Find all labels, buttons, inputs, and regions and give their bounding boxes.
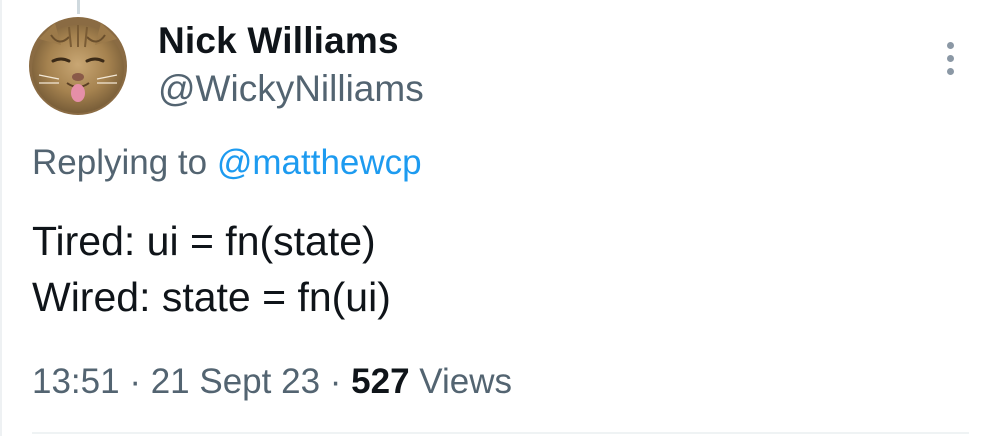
tweet-date[interactable]: 21 Sept 23 [151,362,320,401]
tweet-meta: 13:51 · 21 Sept 23 · 527 Views [32,362,512,402]
tweet-line: Tired: ui = fn(state) [32,218,376,264]
reply-context: Replying to @matthewcp [32,143,422,183]
tweet-text: Tired: ui = fn(state) Wired: state = fn(… [32,213,391,325]
author-display-name[interactable]: Nick Williams [158,20,399,62]
avatar[interactable] [29,17,127,115]
reply-prefix: Replying to [32,143,208,182]
tweet: Nick Williams @WickyNilliams Replying to… [0,0,1000,436]
left-edge-border [0,0,2,436]
meta-separator: · [129,362,141,401]
author-handle[interactable]: @WickyNilliams [158,68,424,110]
tweet-time[interactable]: 13:51 [32,362,120,401]
divider [32,432,969,434]
meta-separator: · [329,362,342,401]
thread-connector-line [77,0,80,14]
views-label[interactable]: Views [419,362,512,401]
reply-mention-link[interactable]: @matthewcp [217,143,422,182]
more-vertical-icon[interactable] [934,38,968,78]
views-count[interactable]: 527 [351,362,409,401]
tweet-line: Wired: state = fn(ui) [32,274,391,320]
